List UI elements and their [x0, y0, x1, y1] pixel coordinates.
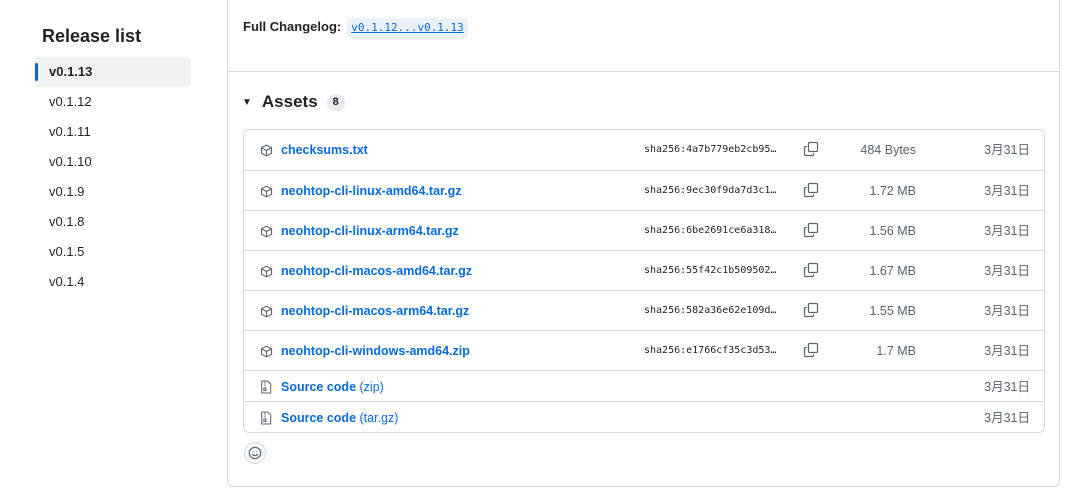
asset-sha256: sha256:55f42c1b509502… [644, 265, 777, 276]
release-body: Full Changelog: v0.1.12...v0.1.13 ▼ Asset… [227, 0, 1060, 487]
asset-sha256: sha256:582a36e62e109d… [644, 305, 777, 316]
asset-date: 3月31日 [984, 379, 1030, 394]
release-item[interactable]: v0.1.12 [34, 87, 191, 117]
caret-down-icon: ▼ [242, 96, 252, 108]
asset-size: 484 Bytes [860, 143, 916, 157]
asset-download-link[interactable]: neohtop-cli-linux-amd64.tar.gz [281, 183, 462, 199]
asset-row: Source code (zip) 3月31日 [244, 370, 1044, 401]
copy-icon[interactable] [803, 342, 819, 358]
copy-icon[interactable] [803, 262, 819, 278]
assets-heading: Assets [261, 92, 318, 111]
package-icon [259, 143, 273, 157]
full-changelog: Full Changelog: v0.1.12...v0.1.13 [243, 15, 468, 39]
asset-date: 3月31日 [984, 184, 1030, 198]
release-item[interactable]: v0.1.5 [34, 237, 191, 267]
asset-name: neohtop-cli-linux-arm64.tar.gz [281, 224, 459, 238]
release-list: v0.1.13 v0.1.12 v0.1.11 v0.1.10 v0.1.9 v0.1.8… [34, 57, 191, 297]
asset-sha256: sha256:6be2691ce6a318… [644, 225, 777, 236]
file-zip-icon [259, 410, 273, 425]
asset-name: neohtop-cli-macos-amd64.tar.gz [281, 264, 473, 278]
asset-row: checksums.txt sha256:4a7b779eb2cb95… 484 B… [244, 130, 1044, 170]
release-item[interactable]: v0.1.9 [34, 177, 191, 207]
asset-date: 3月31日 [984, 344, 1030, 358]
asset-size: 1.55 MB [869, 304, 916, 318]
asset-size: 1.56 MB [869, 224, 916, 238]
asset-date: 3月31日 [984, 264, 1030, 278]
package-icon [259, 304, 273, 318]
asset-row: neohtop-cli-macos-amd64.tar.gz sha256:55f… [244, 250, 1044, 290]
asset-format: (zip) [356, 379, 384, 394]
asset-download-link[interactable]: neohtop-cli-linux-arm64.tar.gz [281, 223, 459, 239]
asset-name: checksums.txt [281, 143, 368, 157]
asset-row: neohtop-cli-linux-amd64.tar.gz sha256:9ec… [244, 170, 1044, 210]
package-icon [259, 344, 273, 358]
release-item[interactable]: v0.1.8 [34, 207, 191, 237]
package-icon [259, 264, 273, 278]
asset-download-link[interactable]: neohtop-cli-macos-amd64.tar.gz [281, 263, 472, 279]
asset-date: 3月31日 [984, 224, 1030, 238]
release-item[interactable]: v0.1.11 [34, 117, 191, 147]
asset-size: 1.72 MB [869, 184, 916, 198]
asset-row: Source code (tar.gz) 3月31日 [244, 401, 1044, 432]
asset-name: neohtop-cli-windows-amd64.zip [281, 344, 470, 358]
asset-date: 3月31日 [984, 410, 1030, 425]
asset-name: neohtop-cli-linux-amd64.tar.gz [281, 184, 462, 198]
release-item[interactable]: v0.1.13 [34, 57, 191, 87]
asset-download-link[interactable]: Source code (tar.gz) [281, 410, 398, 426]
add-reaction-button[interactable] [244, 442, 266, 464]
asset-row: neohtop-cli-macos-arm64.tar.gz sha256:582… [244, 290, 1044, 330]
sidebar-title: Release list [42, 26, 142, 46]
asset-download-link[interactable]: neohtop-cli-windows-amd64.zip [281, 343, 470, 359]
asset-name: Source code [281, 379, 357, 394]
asset-name: Source code [281, 410, 357, 425]
assets-count-badge: 8 [326, 93, 345, 111]
asset-date: 3月31日 [984, 304, 1030, 318]
asset-sha256: sha256:e1766cf35c3d53… [644, 345, 777, 356]
copy-icon[interactable] [803, 222, 819, 238]
copy-icon[interactable] [803, 182, 819, 198]
asset-download-link[interactable]: neohtop-cli-macos-arm64.tar.gz [281, 303, 469, 319]
asset-row: neohtop-cli-windows-amd64.zip sha256:e176… [244, 330, 1044, 370]
asset-download-link[interactable]: Source code (zip) [281, 379, 384, 395]
asset-size: 1.7 MB [876, 344, 916, 358]
release-item[interactable]: v0.1.10 [34, 147, 191, 177]
file-zip-icon [259, 379, 273, 394]
asset-date: 3月31日 [984, 143, 1030, 157]
copy-icon[interactable] [803, 141, 819, 157]
asset-name: neohtop-cli-macos-arm64.tar.gz [281, 304, 470, 318]
release-item[interactable]: v0.1.4 [34, 267, 191, 297]
assets-table: checksums.txt sha256:4a7b779eb2cb95… 484 B… [243, 129, 1045, 433]
package-icon [259, 224, 273, 238]
asset-sha256: sha256:9ec30f9da7d3c1… [644, 185, 777, 196]
asset-download-link[interactable]: checksums.txt [281, 142, 368, 158]
asset-sha256: sha256:4a7b779eb2cb95… [644, 144, 777, 155]
copy-icon[interactable] [803, 302, 819, 318]
section-divider [228, 71, 1059, 72]
asset-format: (tar.gz) [356, 410, 399, 425]
smiley-icon [248, 446, 262, 460]
changelog-label: Full Changelog: [243, 19, 342, 34]
assets-toggle[interactable]: ▼ Assets 8 [242, 90, 345, 114]
changelog-compare-link[interactable]: v0.1.12...v0.1.13 [347, 18, 468, 38]
package-icon [259, 184, 273, 198]
asset-size: 1.67 MB [869, 264, 916, 278]
asset-row: neohtop-cli-linux-arm64.tar.gz sha256:6be… [244, 210, 1044, 250]
